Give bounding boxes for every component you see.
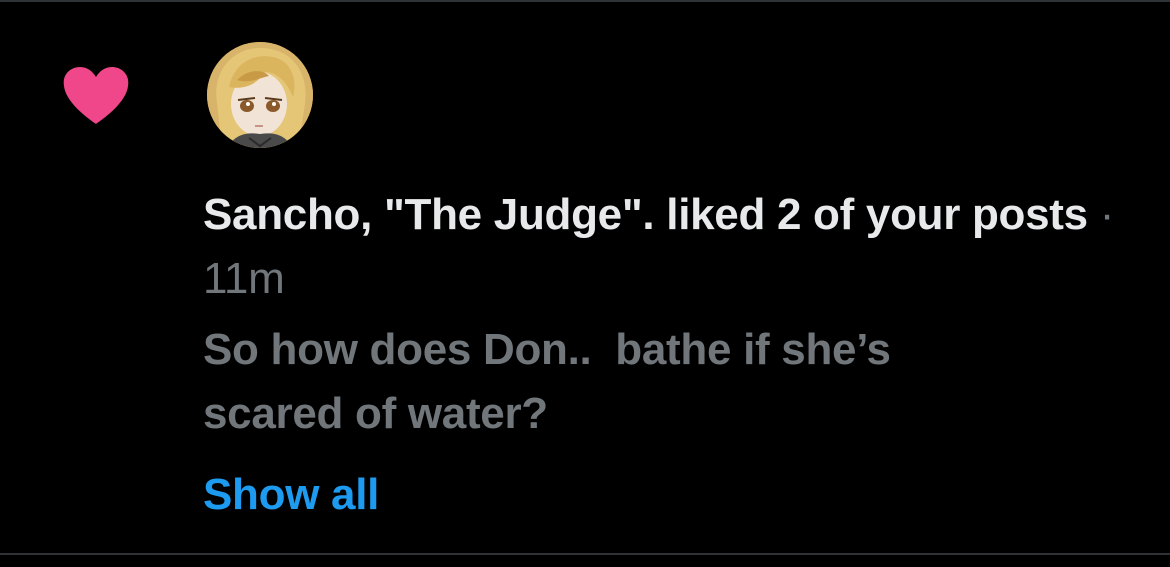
action-text: liked 2 of your posts — [654, 190, 1088, 239]
divider — [0, 553, 1170, 555]
post-snippet-line-1: So how does Don.. bathe if she’s — [203, 325, 891, 374]
user-name[interactable]: Sancho, "The Judge". — [203, 190, 655, 239]
avatar[interactable] — [207, 42, 313, 148]
timestamp: 11m — [203, 254, 285, 303]
like-notification[interactable]: Sancho, "The Judge". liked 2 of your pos… — [0, 0, 1170, 567]
heart-icon — [63, 67, 129, 124]
separator: · — [1087, 190, 1115, 239]
post-snippet-line-2: scared of water? — [203, 389, 548, 438]
show-all-link[interactable]: Show all — [203, 463, 379, 527]
post-snippet[interactable]: So how does Don.. bathe if she’s scared o… — [203, 318, 1133, 446]
divider — [0, 0, 1170, 2]
notification-text: Sancho, "The Judge". liked 2 of your pos… — [203, 183, 1133, 311]
avatar-image — [207, 42, 313, 148]
